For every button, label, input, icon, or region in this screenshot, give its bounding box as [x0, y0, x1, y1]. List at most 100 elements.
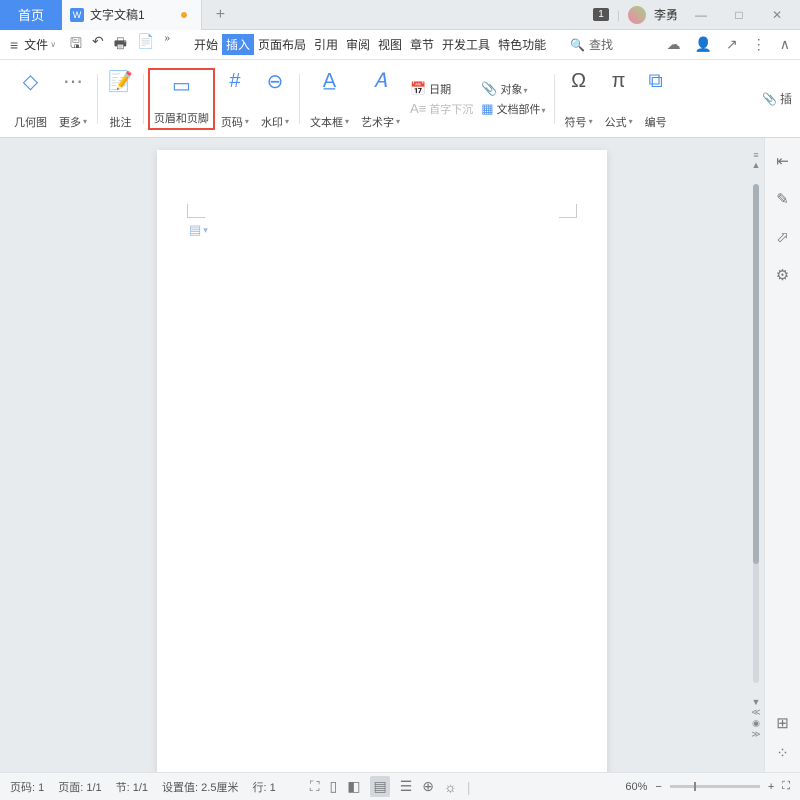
more-icon[interactable]: ⋮ — [752, 36, 766, 53]
menu-icon[interactable]: ≡ — [10, 37, 18, 53]
draft-view-icon[interactable]: ☼ — [444, 779, 457, 795]
ribbon-tabs: 开始 插入 页面布局 引用 审阅 视图 章节 开发工具 特色功能 — [190, 34, 550, 55]
tab-developer[interactable]: 开发工具 — [438, 34, 494, 55]
header-footer-button[interactable]: ▭ 页眉和页脚 — [148, 68, 215, 130]
attachment-button[interactable]: 📎插 — [762, 90, 792, 107]
object-button[interactable]: 📎对象 — [481, 81, 545, 97]
fit-page-icon[interactable]: ⛶ — [782, 780, 790, 793]
more-button[interactable]: ⋯ 更多 — [53, 68, 93, 130]
scroll-down-icon[interactable]: ▼ — [752, 697, 761, 707]
margin-guide-tl — [187, 204, 205, 218]
document-workspace[interactable]: ▤ ▾ — [0, 138, 764, 772]
share-person-icon[interactable]: 👤 — [695, 36, 712, 53]
comment-icon: 📝 — [108, 68, 133, 96]
dropcap-button[interactable]: A≡首字下沉 — [410, 101, 473, 117]
position-status[interactable]: 设置值: 2.5厘米 — [162, 779, 238, 795]
qat-more-icon[interactable]: » — [164, 33, 170, 57]
collapse-panel-icon[interactable]: ⇤ — [776, 152, 789, 170]
search-button[interactable]: 🔍 查找 — [570, 36, 613, 53]
search-icon: 🔍 — [570, 38, 585, 52]
tab-references[interactable]: 引用 — [310, 34, 342, 55]
symbol-button[interactable]: Ω 符号 — [559, 68, 599, 130]
close-button[interactable]: ✕ — [762, 8, 792, 22]
document-tab[interactable]: W 文字文稿1 — [62, 0, 202, 30]
page-number-button[interactable]: # 页码 — [215, 68, 255, 130]
print-view-icon[interactable]: ⊕ — [422, 778, 434, 795]
line-status[interactable]: 行: 1 — [252, 779, 275, 795]
maximize-button[interactable]: □ — [724, 8, 754, 22]
select-tool-icon[interactable]: ⬀ — [776, 228, 789, 246]
print-preview-icon[interactable]: 📄 — [137, 33, 154, 57]
wordart-button[interactable]: 𝐴 艺术字 — [355, 68, 406, 130]
docparts-button[interactable]: ▦文档部件 — [481, 101, 545, 117]
user-avatar-icon[interactable] — [628, 6, 646, 24]
numbering-button[interactable]: ⧉ 编号 — [639, 68, 673, 130]
page-view-icon[interactable]: ▤ — [370, 776, 389, 797]
tab-review[interactable]: 审阅 — [342, 34, 374, 55]
outline-view-icon[interactable]: ◧ — [347, 778, 360, 795]
omega-icon: Ω — [571, 68, 586, 96]
scroll-options-icon[interactable]: ≡ — [753, 150, 758, 160]
equation-button[interactable]: π 公式 — [599, 68, 639, 130]
share-icon[interactable]: ↗ — [726, 36, 738, 53]
shapes-button[interactable]: ◇ 几何图 — [8, 68, 53, 130]
tab-section[interactable]: 章节 — [406, 34, 438, 55]
tab-page-layout[interactable]: 页面布局 — [254, 34, 310, 55]
next-page-icon[interactable]: ≫ — [751, 729, 760, 740]
scroll-up-icon[interactable]: ▲ — [752, 160, 761, 170]
notification-badge[interactable]: 1 — [593, 8, 609, 21]
zoom-out-button[interactable]: − — [655, 781, 661, 793]
header-area-icon[interactable]: ▤ ▾ — [189, 222, 208, 238]
paperclip-icon: 📎 — [762, 92, 777, 106]
goto-icon[interactable]: ◉ — [752, 718, 760, 729]
number-box-icon: ⧉ — [648, 68, 662, 96]
document-tab-label: 文字文稿1 — [90, 6, 145, 23]
web-view-icon[interactable]: ☰ — [400, 778, 413, 795]
save-icon[interactable]: 🖫 — [70, 33, 82, 57]
side-toolbar: ⇤ ✎ ⬀ ⚙ ⊞ ⁘ — [764, 138, 800, 772]
tab-start[interactable]: 开始 — [190, 34, 222, 55]
vertical-scrollbar[interactable]: ≡ ▲ ▼ ≪ ◉ ≫ — [750, 150, 762, 740]
prev-page-icon[interactable]: ≪ — [751, 707, 760, 718]
page-count-status[interactable]: 页面: 1/1 — [58, 779, 101, 795]
grid-tool-icon[interactable]: ⊞ — [776, 714, 789, 732]
comment-button[interactable]: 📝 批注 — [102, 68, 139, 130]
read-view-icon[interactable]: ▯ — [330, 778, 338, 795]
fullscreen-view-icon[interactable]: ⛶ — [310, 778, 320, 795]
scroll-thumb[interactable] — [753, 184, 759, 564]
minimize-button[interactable]: — — [686, 8, 716, 22]
word-doc-icon: W — [70, 8, 84, 22]
watermark-icon: ⊖ — [267, 68, 284, 96]
cloud-sync-icon[interactable]: ☁ — [667, 36, 681, 53]
tab-view[interactable]: 视图 — [374, 34, 406, 55]
more-dots-icon: ⋯ — [63, 68, 83, 96]
margin-guide-tr — [559, 204, 577, 218]
file-menu[interactable]: 文件 ∨ — [24, 36, 56, 53]
zoom-in-button[interactable]: + — [768, 781, 774, 793]
shapes-icon: ◇ — [23, 68, 38, 96]
wordart-icon: 𝐴 — [374, 68, 387, 96]
section-status[interactable]: 节: 1/1 — [116, 779, 148, 795]
date-button[interactable]: 📅日期 — [410, 81, 473, 97]
zoom-slider[interactable] — [670, 785, 760, 788]
undo-icon[interactable]: ↶ — [92, 33, 104, 57]
apps-icon[interactable]: ⁘ — [776, 744, 789, 762]
settings-tool-icon[interactable]: ⚙ — [776, 266, 789, 284]
page-number-icon: # — [229, 68, 240, 96]
calendar-icon: 📅 — [410, 81, 426, 97]
docparts-icon: ▦ — [481, 101, 493, 117]
textbox-button[interactable]: A̲ 文本框 — [304, 68, 355, 130]
home-tab[interactable]: 首页 — [0, 0, 62, 30]
zoom-level[interactable]: 60% — [625, 781, 647, 793]
document-page[interactable]: ▤ ▾ — [157, 150, 607, 772]
dropcap-icon: A≡ — [410, 101, 426, 116]
tab-insert[interactable]: 插入 — [222, 34, 254, 55]
collapse-ribbon-icon[interactable]: ∧ — [780, 36, 790, 53]
edit-tool-icon[interactable]: ✎ — [776, 190, 789, 208]
textbox-icon: A̲ — [323, 68, 336, 96]
tab-features[interactable]: 特色功能 — [494, 34, 550, 55]
new-tab-button[interactable]: + — [202, 6, 239, 24]
print-icon[interactable]: 🖶 — [114, 33, 127, 57]
watermark-button[interactable]: ⊖ 水印 — [255, 68, 295, 130]
page-number-status[interactable]: 页码: 1 — [10, 779, 44, 795]
